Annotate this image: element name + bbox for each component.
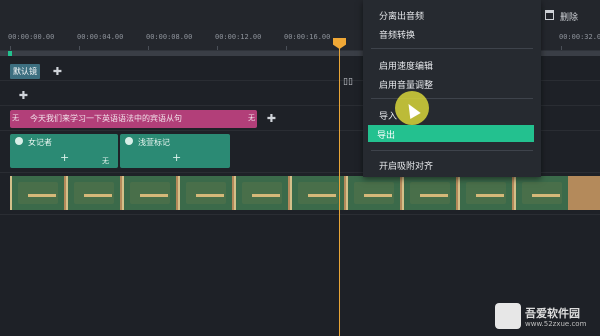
tag-label: 浅萱标记 <box>138 138 170 147</box>
ruler-tick-label: 00:00:08.00 <box>146 33 193 41</box>
menu-divider <box>371 98 533 99</box>
video-thumbnail <box>66 176 120 210</box>
add-icon[interactable]: + <box>60 151 69 164</box>
menu-item-volume-adjust[interactable]: 启用音量调整 <box>379 78 433 91</box>
video-thumbnail <box>234 176 288 210</box>
video-thumbnail <box>10 176 64 210</box>
ruler-tick <box>148 46 149 50</box>
video-thumbnail <box>458 176 512 210</box>
video-thumbnail-track[interactable] <box>10 176 600 210</box>
video-thumbnail <box>402 176 456 210</box>
menu-item-export-highlight[interactable]: 导出 <box>368 125 534 142</box>
video-thumbnail <box>178 176 232 210</box>
ruler-tick-label: 00:00:12.00 <box>215 33 262 41</box>
ruler-tick <box>561 46 562 50</box>
tag-clip-marker[interactable]: 浅萱标记 + <box>120 134 230 168</box>
menu-item-speed-edit[interactable]: 启用速度编辑 <box>379 59 433 72</box>
menu-item-export[interactable]: 导出 <box>377 128 395 141</box>
ruler-tick <box>10 46 11 50</box>
video-thumbnail <box>514 176 568 210</box>
video-thumbnail <box>290 176 344 210</box>
tag-end-tag: 无 <box>102 157 109 165</box>
trash-icon[interactable] <box>545 10 554 20</box>
video-thumbnail <box>122 176 176 210</box>
menu-divider <box>371 48 533 49</box>
subtitle-right-tag: 无 <box>248 114 255 122</box>
watermark-logo-icon <box>495 303 521 329</box>
marker-icon <box>125 137 133 145</box>
tag-label: 女记者 <box>28 138 52 147</box>
video-thumbnail <box>346 176 400 210</box>
subtitle-left-tag: 无 <box>12 114 19 122</box>
person-icon <box>15 137 23 145</box>
menu-item-audio-convert[interactable]: 音频转换 <box>379 28 415 41</box>
delete-button[interactable]: 删除 <box>560 10 578 23</box>
subtitle-clip[interactable]: 无 今天我们来学习一下英语语法中的宾语从句 无 <box>10 110 257 128</box>
ruler-tick <box>217 46 218 50</box>
ruler-tick-label: 00:00:04.00 <box>77 33 124 41</box>
ruler-tick-label: 00:00:32.00 <box>559 33 600 41</box>
watermark-name: 吾爱软件园 <box>525 307 580 320</box>
start-marker <box>8 51 12 56</box>
default-camera-chip[interactable]: 默认镜 <box>10 64 40 79</box>
menu-item-separate-audio[interactable]: 分离出音频 <box>379 9 424 22</box>
ruler-tick-label: 00:00:00.00 <box>8 33 55 41</box>
watermark-url: www.52zxue.com <box>525 320 587 328</box>
row-divider <box>0 214 600 215</box>
tag-clip-reporter[interactable]: 女记者 + 无 <box>10 134 118 168</box>
add-icon[interactable]: ✚ <box>18 90 29 101</box>
ruler-tick <box>286 46 287 50</box>
add-icon[interactable]: ✚ <box>52 66 63 77</box>
watermark: 吾爱软件园 www.52zxue.com <box>495 303 595 333</box>
ruler-tick <box>79 46 80 50</box>
add-icon[interactable]: ✚ <box>266 113 277 124</box>
split-icon[interactable]: ▯▯ <box>343 77 357 89</box>
subtitle-text: 今天我们来学习一下英语语法中的宾语从句 <box>30 114 182 123</box>
ruler-tick-label: 00:00:16.00 <box>284 33 331 41</box>
add-icon[interactable]: + <box>172 151 181 164</box>
menu-divider <box>371 150 533 151</box>
menu-item-snap-align[interactable]: 开启吸附对齐 <box>379 159 433 172</box>
context-menu: 分离出音频 音频转换 启用速度编辑 启用音量调整 导入 导出 开启吸附对齐 <box>363 0 541 177</box>
playhead-line[interactable] <box>339 44 340 336</box>
